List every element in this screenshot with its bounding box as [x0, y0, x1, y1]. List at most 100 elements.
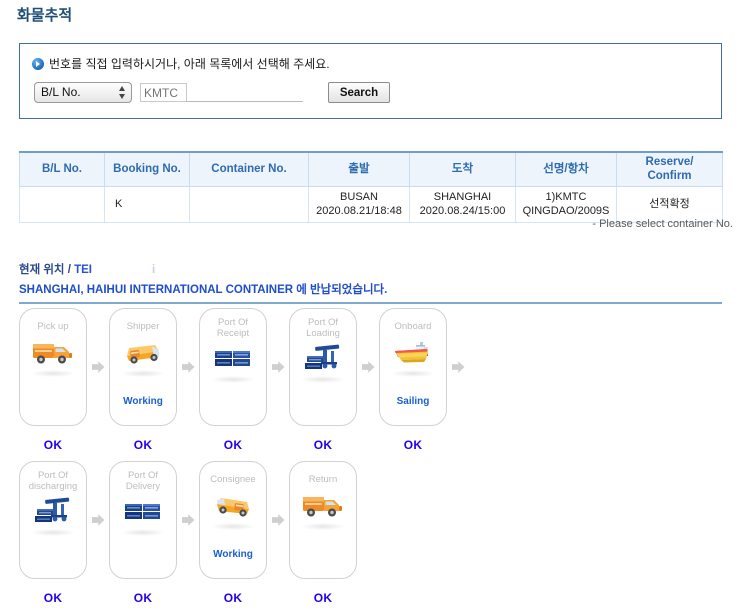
icon-shadow: [391, 369, 435, 377]
carrier-prefix-input[interactable]: [140, 83, 186, 102]
step-label: Port Of Receipt: [216, 317, 250, 339]
search-type-wrap: B/L No. Booking No. Container No.: [34, 82, 132, 103]
step-card[interactable]: Shipper Working: [109, 308, 177, 426]
current-location-heading: 현재 위치 / TEI i: [19, 261, 722, 277]
step-result: OK: [313, 591, 333, 605]
search-hint: 번호를 직접 입력하시거나, 아래 목록에서 선택해 주세요.: [32, 55, 330, 72]
reserve-confirm-line2: Confirm: [647, 170, 692, 183]
vessel-name: 1)KMTC: [545, 190, 587, 203]
arrival-time: 2020.08.24/15:00: [419, 205, 506, 218]
cell-vessel: 1)KMTC QINGDAO/2009S: [515, 185, 617, 223]
gantry-crane-icon: [30, 494, 76, 528]
column-header-booking-no: Booking No.: [104, 150, 190, 187]
current-location-detail: SHANGHAI, HAIHUI INTERNATIONAL CONTAINER…: [19, 284, 388, 296]
tracking-step-consignee[interactable]: Consignee Working OK: [199, 461, 267, 605]
tracking-step-shipper[interactable]: Shipper Working OK: [109, 308, 177, 452]
step-card[interactable]: Port Of discharging: [19, 461, 87, 579]
step-card[interactable]: Pick up: [19, 308, 87, 426]
search-form: B/L No. Booking No. Container No. Search: [34, 82, 390, 103]
step-card[interactable]: Onboard Sailing: [379, 308, 447, 426]
icon-shadow: [121, 369, 165, 377]
current-location-faint-mark: i: [152, 264, 156, 276]
cell-arrival: SHANGHAI 2020.08.24/15:00: [409, 185, 516, 223]
cell-departure: BUSAN 2020.08.21/18:48: [308, 185, 410, 223]
column-header-vessel: 선명/항차: [515, 150, 617, 187]
column-header-arrival: 도착: [409, 150, 516, 187]
cell-bl-no: [19, 185, 105, 223]
arrow-right-icon: [87, 461, 109, 579]
step-label: Port Of Loading: [306, 317, 340, 339]
tracking-row-2: Port Of discharging OK Port Of Delivery …: [19, 461, 357, 605]
current-location-label: 현재 위치 /: [19, 264, 75, 276]
step-card[interactable]: Consignee Working: [199, 461, 267, 579]
section-divider: [19, 302, 722, 304]
search-button[interactable]: Search: [328, 82, 390, 103]
tracking-step-port-of-delivery[interactable]: Port Of Delivery OK: [109, 461, 177, 605]
delivery-truck-icon: [300, 488, 346, 522]
arrow-right-icon: [447, 308, 469, 426]
arrow-right-icon: [87, 308, 109, 426]
cargo-tracking-page: 화물추적 번호를 직접 입력하시거나, 아래 목록에서 선택해 주세요. B/L…: [0, 0, 753, 613]
step-result: OK: [313, 438, 333, 452]
page-title: 화물추적: [17, 7, 73, 24]
step-label: Consignee: [210, 474, 256, 485]
step-label: Port Of discharging: [28, 470, 78, 492]
icon-shadow: [31, 369, 75, 377]
column-header-container-no: Container No.: [189, 150, 309, 187]
search-type-select[interactable]: B/L No. Booking No. Container No.: [34, 82, 132, 103]
step-label: Onboard: [394, 321, 432, 332]
tracking-step-onboard[interactable]: Onboard Sailing OK: [379, 308, 447, 452]
current-location-code: TEI: [74, 264, 92, 276]
icon-shadow: [31, 529, 75, 537]
gantry-crane-icon: [300, 341, 346, 375]
arrow-right-icon: [267, 461, 289, 579]
step-card[interactable]: Port Of Delivery: [109, 461, 177, 579]
icon-shadow: [121, 529, 165, 537]
tracking-step-return[interactable]: Return OK: [289, 461, 357, 605]
step-result: OK: [43, 438, 63, 452]
step-label: Return: [308, 474, 338, 485]
tracking-number-input[interactable]: [186, 83, 303, 102]
container-stack-icon: [120, 494, 166, 528]
current-location-block: 현재 위치 / TEI i SHANGHAI, HAIHUI INTERNATIO…: [19, 261, 722, 304]
tracking-step-port-of-discharging[interactable]: Port Of discharging OK: [19, 461, 87, 605]
column-header-bl-no: B/L No.: [19, 150, 105, 187]
table-header-row: B/L No. Booking No. Container No. 출발 도착 …: [19, 150, 723, 187]
arrow-right-icon: [177, 308, 199, 426]
reserve-confirm-line1: Reserve/: [645, 156, 694, 168]
step-status: Working: [123, 396, 163, 407]
tracking-step-port-of-loading[interactable]: Port Of Loading OK: [289, 308, 357, 452]
step-label: Shipper: [126, 321, 160, 332]
arrival-port: SHANGHAI: [433, 190, 492, 203]
cell-reserve-confirm: 선적확정: [616, 185, 723, 223]
table-note: - Please select container No.: [592, 218, 733, 230]
cell-container-no: [189, 185, 309, 223]
step-card[interactable]: Port Of Loading: [289, 308, 357, 426]
icon-shadow: [301, 376, 345, 384]
column-header-departure: 출발: [308, 150, 410, 187]
icon-shadow: [211, 522, 255, 530]
search-hint-text: 번호를 직접 입력하시거나, 아래 목록에서 선택해 주세요.: [49, 57, 330, 71]
cargo-ship-icon: [390, 335, 436, 369]
step-card[interactable]: Port Of Receipt: [199, 308, 267, 426]
arrow-right-icon: [357, 308, 379, 426]
departure-port: BUSAN: [340, 190, 378, 203]
icon-shadow: [211, 376, 255, 384]
delivery-truck-icon: [30, 335, 76, 369]
flatbed-truck-icon: [120, 335, 166, 369]
step-result: OK: [43, 591, 63, 605]
tracking-step-port-of-receipt[interactable]: Port Of Receipt OK: [199, 308, 267, 452]
arrow-right-icon: [267, 308, 289, 426]
table-row[interactable]: K BUSAN 2020.08.21/18:48 SHANGHAI 2020.0…: [19, 185, 723, 223]
tracking-step-pick-up[interactable]: Pick up OK: [19, 308, 87, 452]
column-header-reserve-confirm: Reserve/ Confirm: [616, 150, 723, 187]
arrow-circle-icon: [32, 57, 44, 70]
icon-shadow: [301, 522, 345, 530]
step-status: Sailing: [396, 396, 430, 407]
tracking-result-table: B/L No. Booking No. Container No. 출발 도착 …: [19, 150, 723, 223]
tracking-row-1: Pick up OK Shipper Working OK Port Of Re…: [19, 308, 469, 452]
vessel-voyage: QINGDAO/2009S: [522, 205, 610, 218]
departure-time: 2020.08.21/18:48: [316, 205, 402, 218]
step-card[interactable]: Return: [289, 461, 357, 579]
step-result: OK: [223, 438, 243, 452]
